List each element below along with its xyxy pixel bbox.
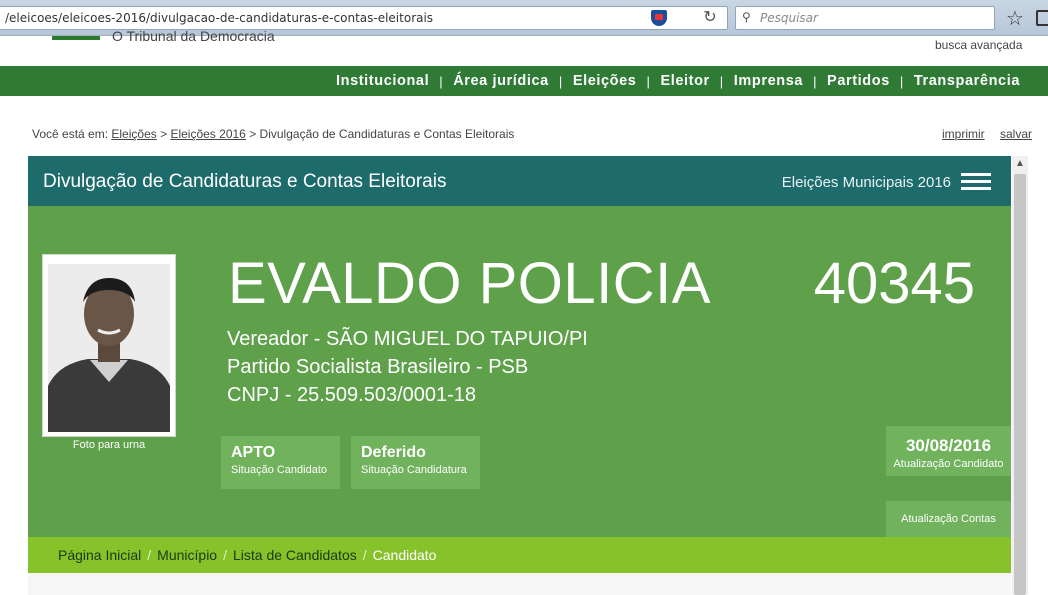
candidate-cnpj: CNPJ - 25.509.503/0001-18 bbox=[227, 384, 477, 406]
print-link[interactable]: imprimir bbox=[942, 127, 985, 141]
scroll-thumb[interactable] bbox=[1014, 174, 1026, 595]
bookmark-star-icon[interactable]: ☆ bbox=[1006, 6, 1024, 31]
nav-item-area-juridica[interactable]: Área jurídica bbox=[445, 73, 557, 89]
candidate-status-badge: APTO Situação Candidato bbox=[221, 436, 340, 489]
subnav-separator: / bbox=[223, 547, 227, 563]
nav-separator: | bbox=[558, 73, 563, 89]
candidate-breadcrumb-nav: Página Inicial / Município / Lista de Ca… bbox=[28, 537, 1011, 573]
candidate-name: EVALDO POLICIA bbox=[228, 251, 711, 316]
nav-separator: | bbox=[813, 73, 818, 89]
nav-separator: | bbox=[899, 73, 904, 89]
breadcrumb-prefix: Você está em: bbox=[32, 127, 109, 141]
page-scrollbar[interactable]: ▲ bbox=[1012, 156, 1028, 595]
breadcrumb-link-eleicoes-2016[interactable]: Eleições 2016 bbox=[170, 127, 245, 141]
reload-icon[interactable]: ↻ bbox=[700, 8, 720, 28]
nav-item-institucional[interactable]: Institucional bbox=[328, 73, 437, 89]
breadcrumb: Você está em: Eleições > Eleições 2016 >… bbox=[32, 127, 514, 141]
search-icon: ⚲ bbox=[742, 10, 751, 24]
candidacy-status-label: Situação Candidatura bbox=[361, 464, 467, 476]
candidate-update-badge: 30/08/2016 Atualização Candidato bbox=[886, 426, 1011, 476]
candidate-photo-frame bbox=[42, 254, 176, 437]
nav-item-eleicoes[interactable]: Eleições bbox=[565, 73, 645, 89]
nav-item-transparencia[interactable]: Transparência bbox=[906, 73, 1028, 89]
scroll-up-arrow-icon[interactable]: ▲ bbox=[1012, 156, 1028, 172]
subnav-separator: / bbox=[147, 547, 152, 563]
breadcrumb-current: Divulgação de Candidaturas e Contas Elei… bbox=[259, 127, 515, 141]
subnav-separator: / bbox=[362, 547, 367, 563]
subnav-item-municipio[interactable]: Município bbox=[157, 547, 217, 563]
bookmarks-list-icon[interactable] bbox=[1036, 10, 1048, 26]
breadcrumb-separator: > bbox=[249, 127, 257, 141]
shield-icon[interactable] bbox=[651, 10, 667, 26]
save-link[interactable]: salvar bbox=[1000, 127, 1032, 141]
candidacy-status-badge: Deferido Situação Candidatura bbox=[351, 436, 480, 489]
address-bar[interactable]: /eleicoes/eleicoes-2016/divulgacao-de-ca… bbox=[0, 6, 728, 30]
candidate-update-label: Atualização Candidato bbox=[893, 458, 1004, 470]
candidate-photo bbox=[48, 264, 170, 432]
nav-separator: | bbox=[439, 73, 444, 89]
browser-search-input[interactable]: Pesquisar bbox=[735, 6, 995, 30]
candidate-update-date: 30/08/2016 bbox=[905, 436, 992, 455]
nav-item-partidos[interactable]: Partidos bbox=[819, 73, 898, 89]
candidate-party: Partido Socialista Brasileiro - PSB bbox=[227, 356, 529, 378]
site-logo[interactable] bbox=[52, 36, 100, 40]
candidate-status-label: Situação Candidato bbox=[231, 464, 328, 476]
advanced-search-link[interactable]: busca avançada bbox=[935, 38, 1022, 52]
breadcrumb-separator: > bbox=[160, 127, 168, 141]
breadcrumb-link-eleicoes[interactable]: Eleições bbox=[111, 127, 156, 141]
candidate-status-value: APTO bbox=[231, 444, 276, 461]
candidate-number: 40345 bbox=[813, 251, 975, 316]
page-tools: imprimir salvar bbox=[930, 127, 1032, 141]
candidate-panel: Foto para urna EVALDO POLICIA 40345 Vere… bbox=[28, 206, 1011, 537]
photo-caption: Foto para urna bbox=[72, 439, 146, 451]
subnav-item-pagina-inicial[interactable]: Página Inicial bbox=[58, 547, 141, 563]
hamburger-menu-icon[interactable] bbox=[961, 173, 991, 191]
candidate-role: Vereador - SÃO MIGUEL DO TAPUIO/PI bbox=[227, 328, 588, 350]
nav-separator: | bbox=[646, 73, 651, 89]
nav-item-eleitor[interactable]: Eleitor bbox=[652, 73, 717, 89]
main-navigation: Institucional | Área jurídica | Eleições… bbox=[0, 66, 1048, 96]
nav-separator: | bbox=[719, 73, 724, 89]
accounts-update-button[interactable]: Atualização Contas bbox=[886, 501, 1011, 537]
subnav-item-candidato: Candidato bbox=[372, 547, 437, 563]
nav-item-imprensa[interactable]: Imprensa bbox=[726, 73, 811, 89]
panel-subtitle: Eleições Municipais 2016 bbox=[781, 174, 951, 191]
content-area bbox=[28, 573, 1011, 595]
site-tagline: O Tribunal da Democracia bbox=[112, 28, 275, 44]
subnav-item-lista-candidatos[interactable]: Lista de Candidatos bbox=[233, 547, 357, 563]
panel-header: Divulgação de Candidaturas e Contas Elei… bbox=[28, 156, 1011, 206]
panel-title: Divulgação de Candidaturas e Contas Elei… bbox=[43, 171, 447, 192]
candidacy-status-value: Deferido bbox=[361, 444, 426, 461]
